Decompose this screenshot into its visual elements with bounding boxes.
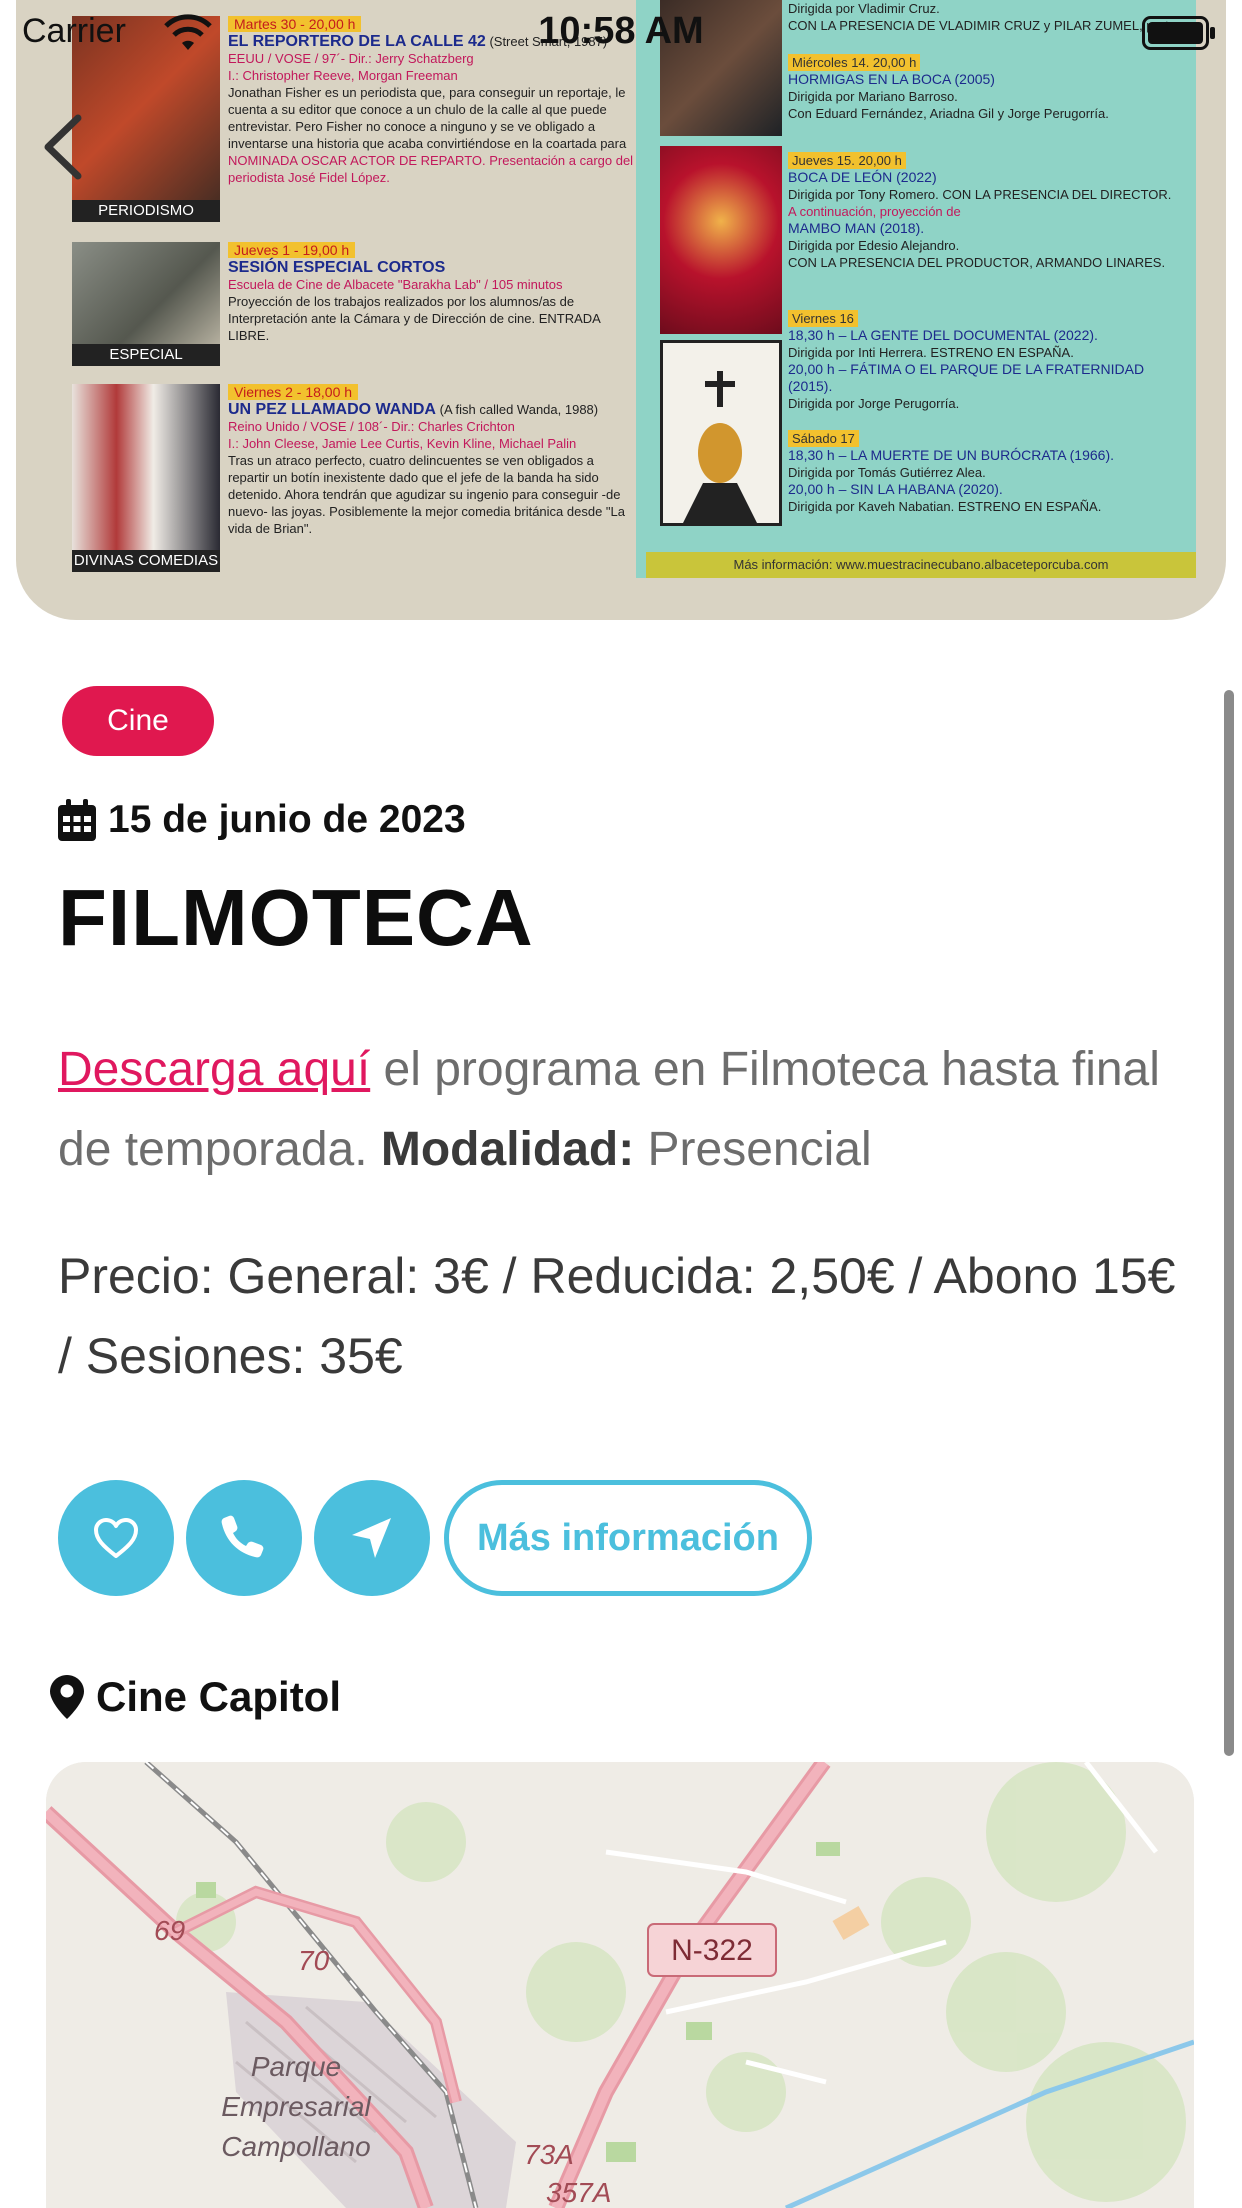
poster-right-line: Dirigida por Tony Romero. CON LA PRESENC… xyxy=(788,187,1172,202)
poster-event-body: Proyección de los trabajos realizados po… xyxy=(228,294,601,343)
poster-right-line: Dirigida por Kaveh Nabatian. ESTRENO EN … xyxy=(788,499,1102,514)
poster-thumbnail: ESPECIAL xyxy=(72,242,220,366)
call-button[interactable] xyxy=(186,1480,302,1596)
event-title: FILMOTECA xyxy=(58,873,534,962)
status-time: 10:58 AM xyxy=(538,10,704,52)
poster-footer: Más información: www.muestracinecubano.a… xyxy=(646,552,1196,578)
map-road-label: N-322 xyxy=(671,1934,753,1967)
poster-event-title: UN PEZ LLAMADO WANDA xyxy=(228,401,436,418)
poster-right-title: MAMBO MAN (2018). xyxy=(788,220,925,236)
status-bar: Carrier 10:58 AM xyxy=(0,0,1242,64)
phone-icon xyxy=(221,1515,264,1558)
poster-right-line: Con Eduard Fernández, Ariadna Gil y Jorg… xyxy=(788,106,1109,121)
poster-right-event: Miércoles 14. 20,00 h HORMIGAS EN LA BOC… xyxy=(788,54,1186,122)
poster-thumbnail-caption: PERIODISMO xyxy=(72,200,220,222)
poster-right-event: Viernes 16 18,30 h – LA GENTE DEL DOCUME… xyxy=(788,310,1186,412)
modality-value: Presencial xyxy=(634,1123,872,1176)
poster-event-text: Jueves 1 - 19,00 h SESIÓN ESPECIAL CORTO… xyxy=(228,242,637,345)
poster-right-title: 20,00 h – FÁTIMA O EL PARQUE DE LA FRATE… xyxy=(788,361,1145,394)
back-button[interactable] xyxy=(38,112,86,182)
directions-button[interactable] xyxy=(314,1480,430,1596)
poster-event: ESPECIAL Jueves 1 - 19,00 h SESIÓN ESPEC… xyxy=(72,242,637,366)
action-buttons: Más información xyxy=(58,1480,812,1596)
poster-right-line: CON LA PRESENCIA DEL PRODUCTOR, ARMANDO … xyxy=(788,255,1166,270)
poster-event-date: Viernes 2 - 18,00 h xyxy=(228,384,359,400)
poster-right-line: Dirigida por Tomás Gutiérrez Alea. xyxy=(788,465,986,480)
map-place-label: Campollano xyxy=(221,2131,370,2162)
map-canvas: 69 70 N-322 73A 357A Parque Empresarial … xyxy=(46,1762,1194,2208)
poster-event-note: NOMINADA OSCAR ACTOR DE REPARTO. Present… xyxy=(228,153,634,185)
poster-right-event: Sábado 17 18,30 h – LA MUERTE DE UN BURÓ… xyxy=(788,430,1186,515)
poster-figure xyxy=(683,371,757,523)
poster-event-cast: I.: John Cleese, Jamie Lee Curtis, Kevin… xyxy=(228,436,577,451)
map-place-label: Parque xyxy=(251,2051,341,2082)
event-poster-image: PERIODISMO Martes 30 - 20,00 h EL REPORT… xyxy=(16,0,1226,620)
modality-label: Modalidad: xyxy=(380,1123,635,1176)
more-info-button[interactable]: Más información xyxy=(444,1480,812,1596)
event-date-row: 15 de junio de 2023 xyxy=(58,796,466,844)
poster-right-line: Dirigida por Mariano Barroso. xyxy=(788,89,958,104)
location-map[interactable]: 69 70 N-322 73A 357A Parque Empresarial … xyxy=(46,1762,1194,2208)
event-price: Precio: General: 3€ / Reducida: 2,50€ / … xyxy=(58,1248,1176,1384)
poster-right-line: Dirigida por Jorge Perugorría. xyxy=(788,396,960,411)
poster-event-title-extra: (A fish called Wanda, 1988) xyxy=(439,402,599,417)
poster-event-title: SESIÓN ESPECIAL CORTOS xyxy=(228,259,446,276)
poster-right-date: Jueves 15. 20,00 h xyxy=(788,152,906,169)
poster-event-sub: Reino Unido / VOSE / 108´- Dir.: Charles… xyxy=(228,419,515,434)
battery-icon xyxy=(1142,16,1215,50)
map-road-label: 73A xyxy=(524,2139,574,2170)
favorite-button[interactable] xyxy=(58,1480,174,1596)
map-road-label: 69 xyxy=(154,1915,185,1946)
map-road-label: 357A xyxy=(546,2177,611,2208)
poster-event-date: Jueves 1 - 19,00 h xyxy=(228,242,356,258)
poster-left-column: PERIODISMO Martes 30 - 20,00 h EL REPORT… xyxy=(72,0,637,580)
poster-right-title: HORMIGAS EN LA BOCA (2005) xyxy=(788,71,995,87)
download-link[interactable]: Descarga aquí xyxy=(58,1043,370,1096)
map-road-label: 70 xyxy=(298,1945,330,1976)
poster-event: DIVINAS COMEDIAS Viernes 2 - 18,00 h UN … xyxy=(72,384,637,574)
event-date: 15 de junio de 2023 xyxy=(108,798,466,841)
poster-right-line: Dirigida por Edesio Alejandro. xyxy=(788,238,960,253)
poster-right-event: Jueves 15. 20,00 h BOCA DE LEÓN (2022) D… xyxy=(788,152,1186,271)
poster-right-title: 20,00 h – SIN LA HABANA (2020). xyxy=(788,481,1003,497)
poster-thumbnail-caption: DIVINAS COMEDIAS xyxy=(72,550,220,572)
scrollbar[interactable] xyxy=(1224,690,1234,1756)
heart-icon xyxy=(94,1518,138,1558)
poster-thumbnail xyxy=(660,146,782,334)
poster-right-line: Dirigida por Inti Herrera. ESTRENO EN ES… xyxy=(788,345,1074,360)
map-place-label: Empresarial xyxy=(221,2091,371,2122)
poster-event-text: Viernes 2 - 18,00 h UN PEZ LLAMADO WANDA… xyxy=(228,384,637,554)
poster-event-body: Jonathan Fisher es un periodista que, pa… xyxy=(228,85,627,151)
poster-event-sub: Escuela de Cine de Albacete "Barakha Lab… xyxy=(228,277,563,292)
event-description: Descarga aquí el programa en Filmoteca h… xyxy=(58,1030,1188,1190)
venue-row: Cine Capitol xyxy=(50,1672,341,1722)
poster-right-line: A continuación, proyección de xyxy=(788,204,961,219)
poster-event-body: Tras un atraco perfecto, cuatro delincue… xyxy=(228,453,625,536)
map-pin-icon xyxy=(50,1675,84,1719)
poster-thumbnail: DIVINAS COMEDIAS xyxy=(72,384,220,572)
calendar-icon xyxy=(58,799,96,841)
poster-thumbnail xyxy=(660,340,782,526)
poster-thumbnail-caption: ESPECIAL xyxy=(72,344,220,366)
navigation-arrow-icon xyxy=(352,1518,391,1558)
poster-right-date: Sábado 17 xyxy=(788,430,859,447)
category-badge[interactable]: Cine xyxy=(62,686,214,756)
poster-right-title: 18,30 h – LA MUERTE DE UN BURÓCRATA (196… xyxy=(788,447,1115,463)
poster-right-title: BOCA DE LEÓN (2022) xyxy=(788,169,937,185)
poster-right-column: Dirigida por Vladimir Cruz. CON LA PRESE… xyxy=(636,0,1196,578)
poster-right-title: 18,30 h – LA GENTE DEL DOCUMENTAL (2022)… xyxy=(788,327,1098,343)
poster-event-cast: I.: Christopher Reeve, Morgan Freeman xyxy=(228,68,458,83)
venue-name: Cine Capitol xyxy=(96,1673,342,1720)
poster-right-date: Viernes 16 xyxy=(788,310,858,327)
